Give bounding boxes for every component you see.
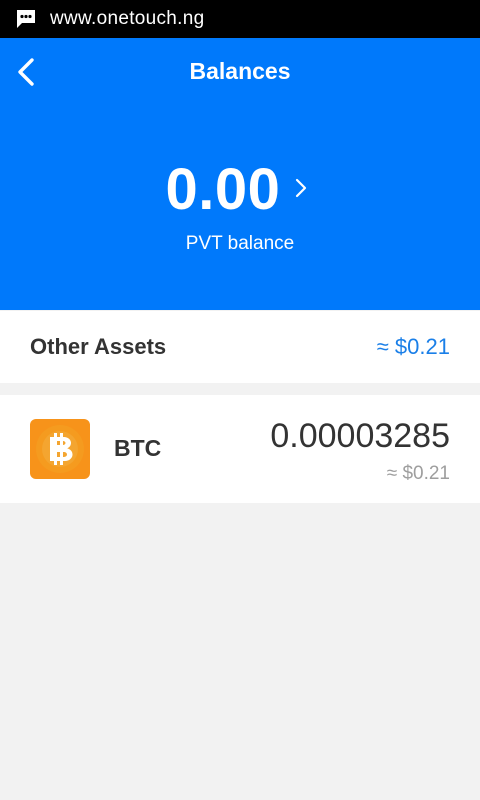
- asset-symbol: BTC: [114, 435, 162, 461]
- balance-label: PVT balance: [185, 233, 295, 254]
- asset-amount: 0.00003285: [270, 417, 450, 455]
- page-title: Balances: [189, 58, 291, 84]
- status-bar: www.onetouch.ng: [0, 0, 480, 38]
- message-icon: [14, 7, 38, 31]
- pvt-balance-link[interactable]: 0.00: [0, 154, 480, 226]
- status-url: www.onetouch.ng: [50, 8, 205, 29]
- asset-row-btc[interactable]: BTC 0.00003285 ≈ $0.21: [0, 395, 480, 503]
- other-assets-total: ≈ $0.21: [376, 334, 450, 359]
- bitcoin-icon: [30, 419, 90, 479]
- balance-header: Balances 0.00 PVT balance: [0, 38, 480, 310]
- other-assets-label: Other Assets: [30, 334, 167, 359]
- asset-fiat-value: ≈ $0.21: [386, 463, 450, 484]
- chevron-right-icon: [294, 178, 314, 198]
- other-assets-header: Other Assets ≈ $0.21: [0, 311, 480, 383]
- balance-value: 0.00: [165, 157, 281, 222]
